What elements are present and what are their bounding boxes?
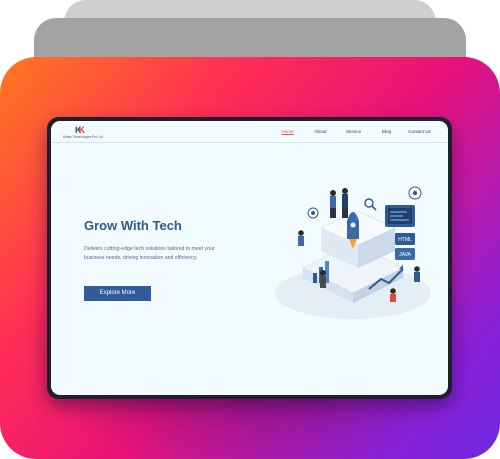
top-navbar: KK Keltec Technologies Pvt. Ltd Home Abo… bbox=[51, 121, 448, 143]
nav-links: Home About Service Blog Contact Us bbox=[271, 129, 436, 134]
logo-k-icon: KK bbox=[75, 125, 85, 135]
nav-link-about[interactable]: About bbox=[304, 129, 337, 134]
brand-logo[interactable]: KK Keltec Technologies Pvt. Ltd bbox=[63, 126, 103, 140]
nav-link-blog[interactable]: Blog bbox=[370, 129, 403, 134]
explore-more-button[interactable]: Explore More bbox=[84, 286, 151, 301]
nav-link-service[interactable]: Service bbox=[337, 129, 370, 134]
browser-screen-frame: KK Keltec Technologies Pvt. Ltd Home Abo… bbox=[47, 117, 452, 399]
logo-company-name: Keltec Technologies Pvt. Ltd bbox=[63, 135, 103, 139]
hero-description: Delivers cutting-edge tech solutions tai… bbox=[84, 246, 215, 261]
tech-team-illustration: HTML JAVA bbox=[275, 186, 431, 319]
java-label: JAVA bbox=[399, 252, 411, 258]
hero-title: Grow With Tech bbox=[84, 218, 182, 233]
nav-link-contact[interactable]: Contact Us bbox=[403, 129, 436, 134]
html-label: HTML bbox=[398, 237, 412, 243]
website-viewport: KK Keltec Technologies Pvt. Ltd Home Abo… bbox=[51, 121, 448, 395]
nav-link-home[interactable]: Home bbox=[271, 129, 304, 134]
